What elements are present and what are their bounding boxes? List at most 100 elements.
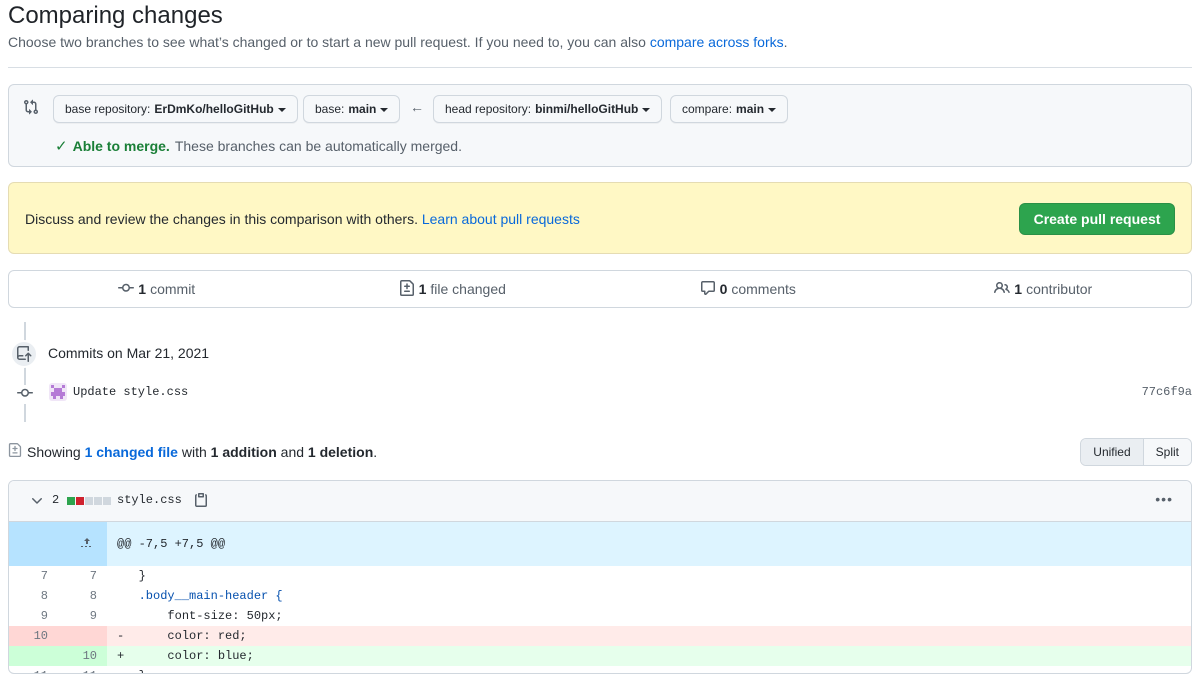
diff-line-row-deletion: 10 - color: red; xyxy=(9,626,1191,646)
kebab-horizontal-icon[interactable]: ••• xyxy=(1155,491,1173,507)
code-line: font-size: 50px; xyxy=(107,606,1191,626)
timeline-line xyxy=(24,322,26,422)
comments-label: comments xyxy=(731,281,796,297)
base-branch-value: main xyxy=(348,102,377,116)
diff-view-toggle: Unified Split xyxy=(1080,438,1192,466)
page-subtitle: Choose two branches to see what’s change… xyxy=(8,34,788,50)
old-line-number[interactable]: 11 xyxy=(9,666,58,673)
copy-icon[interactable] xyxy=(193,492,209,511)
diffstat-neutral-block xyxy=(103,497,111,505)
new-line-number[interactable]: 7 xyxy=(58,566,107,586)
flash-message: Discuss and review the changes in this c… xyxy=(25,211,580,227)
commit-icon xyxy=(17,385,33,404)
base-repository-value: ErDmKo/helloGitHub xyxy=(154,102,274,116)
old-line-number[interactable] xyxy=(9,646,58,666)
unified-view-button[interactable]: Unified xyxy=(1081,439,1144,465)
file-diff: 2 style.css ••• @@ -7,5 +7,5 @@ 7 7 } 8 xyxy=(8,480,1192,674)
git-compare-icon xyxy=(23,99,41,117)
file-change-count: 2 xyxy=(52,493,60,507)
code-line: + color: blue; xyxy=(107,646,1191,666)
create-pull-request-button[interactable]: Create pull request xyxy=(1019,203,1175,235)
new-line-number[interactable] xyxy=(58,626,107,646)
compare-branch-select[interactable]: compare: main xyxy=(670,95,789,123)
code-line: } xyxy=(107,666,1191,673)
chevron-down-icon[interactable] xyxy=(29,493,45,512)
expand-up-icon[interactable] xyxy=(9,522,107,566)
split-view-button[interactable]: Split xyxy=(1143,439,1191,465)
compare-across-forks-link[interactable]: compare across forks xyxy=(650,34,784,50)
deletions-count: 1 deletion xyxy=(307,443,374,460)
hunk-header-row: @@ -7,5 +7,5 @@ xyxy=(9,522,1191,566)
caret-down-icon xyxy=(768,107,777,112)
diff-line-row: 8 8 .body__main-header { xyxy=(9,586,1191,606)
files-summary-prefix: Showing xyxy=(27,443,81,460)
new-line-number[interactable]: 8 xyxy=(58,586,107,606)
page-title: Comparing changes xyxy=(8,2,223,29)
base-branch-select[interactable]: base: main xyxy=(303,95,401,123)
new-line-number[interactable]: 11 xyxy=(58,666,107,673)
repo-push-icon xyxy=(10,340,38,368)
create-pr-flash: Discuss and review the changes in this c… xyxy=(8,182,1192,254)
diff-line-row: 9 9 font-size: 50px; xyxy=(9,606,1191,626)
caret-down-icon xyxy=(380,107,389,112)
comments-summary[interactable]: 0 comments xyxy=(600,271,896,307)
diff-line-row: 7 7 } xyxy=(9,566,1191,586)
code-text: .body__main-header { xyxy=(124,589,283,603)
file-header: 2 style.css ••• xyxy=(9,481,1191,522)
file-diff-icon xyxy=(8,442,22,461)
old-line-number[interactable]: 10 xyxy=(9,626,58,646)
changed-files-link[interactable]: 1 changed file xyxy=(85,444,178,460)
arrow-left-icon: ← xyxy=(410,99,424,115)
code-line: } xyxy=(107,566,1191,586)
files-label: file changed xyxy=(430,281,506,297)
files-summary: Showing 1 changed file with 1 addition a… xyxy=(8,442,377,461)
old-line-number[interactable]: 8 xyxy=(9,586,58,606)
diff-line-row-addition: 10 + color: blue; xyxy=(9,646,1191,666)
contributors-label: contributor xyxy=(1026,281,1093,297)
caret-down-icon xyxy=(277,107,286,112)
base-repository-select[interactable]: base repository: ErDmKo/helloGitHub xyxy=(53,95,298,123)
diff-line-row: 11 11 } xyxy=(9,666,1191,673)
range-editor: base repository: ErDmKo/helloGitHub base… xyxy=(8,84,1192,167)
base-repository-label: base repository: xyxy=(65,102,151,116)
diffstat-neutral-block xyxy=(94,497,102,505)
code-line: .body__main-header { xyxy=(107,586,1191,606)
comments-count: 0 xyxy=(719,281,728,297)
file-name-link[interactable]: style.css xyxy=(117,493,182,507)
code-text: color: red; xyxy=(124,629,247,643)
commit-message-link[interactable]: Update style.css xyxy=(73,385,188,399)
code-text: } xyxy=(124,569,146,583)
old-line-number[interactable]: 7 xyxy=(9,566,58,586)
subtitle-text: Choose two branches to see what’s change… xyxy=(8,34,646,50)
head-repository-select[interactable]: head repository: binmi/helloGitHub xyxy=(433,95,663,123)
code-text: color: blue; xyxy=(124,649,254,663)
flash-text: Discuss and review the changes in this c… xyxy=(25,211,418,227)
diff-table: @@ -7,5 +7,5 @@ 7 7 } 8 8 .body__main-he… xyxy=(9,522,1191,673)
caret-down-icon xyxy=(642,107,651,112)
code-text: font-size: 50px; xyxy=(124,609,283,623)
compare-branch-label: compare: xyxy=(682,102,733,116)
compare-branch-value: main xyxy=(736,102,765,116)
commit-sha-link[interactable]: 77c6f9a xyxy=(1142,385,1192,399)
old-line-number[interactable]: 9 xyxy=(9,606,58,626)
new-line-number[interactable]: 10 xyxy=(58,646,107,666)
additions-count: 1 addition xyxy=(210,443,277,460)
new-line-number[interactable]: 9 xyxy=(58,606,107,626)
contributors-summary[interactable]: 1 contributor xyxy=(896,271,1192,307)
header-divider xyxy=(8,67,1192,68)
diffstat-add-block xyxy=(67,497,75,505)
merge-status: ✓ Able to merge. These branches can be a… xyxy=(55,137,462,155)
avatar[interactable] xyxy=(49,383,67,401)
files-changed-summary[interactable]: 1 file changed xyxy=(305,271,601,307)
merge-ok-text: Able to merge. xyxy=(72,138,170,154)
code-line: - color: red; xyxy=(107,626,1191,646)
learn-about-pull-requests-link[interactable]: Learn about pull requests xyxy=(422,211,580,227)
file-diff-icon xyxy=(399,279,415,299)
code-text: } xyxy=(124,669,146,673)
merge-status-text: These branches can be automatically merg… xyxy=(174,138,462,154)
head-repository-label: head repository: xyxy=(445,102,532,116)
files-summary-suffix: . xyxy=(373,443,378,460)
commits-summary[interactable]: 1 commit xyxy=(9,271,305,307)
commit-icon xyxy=(118,280,135,299)
files-count: 1 xyxy=(418,281,427,297)
